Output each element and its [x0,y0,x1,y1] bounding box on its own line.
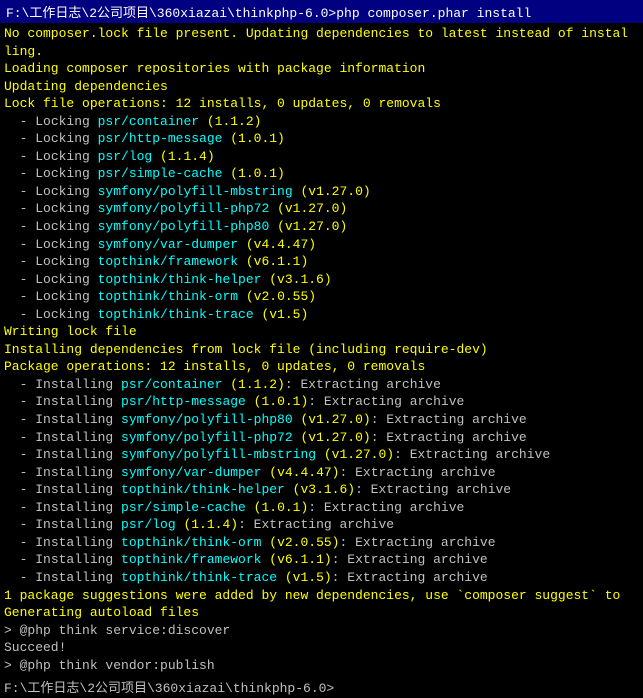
terminal-line: - Installing topthink/think-orm (v2.0.55… [4,534,639,552]
terminal-line: > @php think vendor:publish [4,657,639,675]
terminal-line: - Locking psr/simple-cache (1.0.1) [4,165,639,183]
terminal-line: ling. [4,43,639,61]
terminal-line: - Installing psr/container (1.1.2): Extr… [4,376,639,394]
terminal-body[interactable]: No composer.lock file present. Updating … [0,23,643,675]
terminal-line: - Installing psr/simple-cache (1.0.1): E… [4,499,639,517]
terminal-line: - Locking topthink/think-helper (v3.1.6) [4,271,639,289]
bottom-prompt[interactable]: F:\工作日志\2公司项目\360xiazai\thinkphp-6.0> [0,675,643,698]
terminal-line: Lock file operations: 12 installs, 0 upd… [4,95,639,113]
terminal-line: - Locking symfony/polyfill-php80 (v1.27.… [4,218,639,236]
terminal-line: - Locking psr/container (1.1.2) [4,113,639,131]
title-bar: F:\工作日志\2公司项目\360xiazai\thinkphp-6.0>php… [0,0,643,23]
terminal-line: No composer.lock file present. Updating … [4,25,639,43]
terminal-line: Loading composer repositories with packa… [4,60,639,78]
terminal-line: Updating dependencies [4,78,639,96]
terminal-line: Generating autoload files [4,604,639,622]
terminal-line: - Installing psr/http-message (1.0.1): E… [4,393,639,411]
terminal-line: Installing dependencies from lock file (… [4,341,639,359]
terminal-line: - Installing topthink/think-trace (v1.5)… [4,569,639,587]
terminal-line: 1 package suggestions were added by new … [4,587,639,605]
terminal-line: Writing lock file [4,323,639,341]
terminal-line: - Installing symfony/polyfill-php80 (v1.… [4,411,639,429]
terminal-line: - Installing topthink/framework (v6.1.1)… [4,551,639,569]
terminal-line: - Locking topthink/think-orm (v2.0.55) [4,288,639,306]
terminal-line: - Locking symfony/polyfill-php72 (v1.27.… [4,200,639,218]
terminal-line: - Installing psr/log (1.1.4): Extracting… [4,516,639,534]
terminal-line: > @php think service:discover [4,622,639,640]
terminal-line: Succeed! [4,639,639,657]
terminal-line: - Locking topthink/think-trace (v1.5) [4,306,639,324]
terminal-line: - Installing symfony/var-dumper (v4.4.47… [4,464,639,482]
terminal-line: - Locking psr/log (1.1.4) [4,148,639,166]
terminal-line: - Locking psr/http-message (1.0.1) [4,130,639,148]
terminal-window: F:\工作日志\2公司项目\360xiazai\thinkphp-6.0>php… [0,0,643,698]
terminal-line: - Locking symfony/polyfill-mbstring (v1.… [4,183,639,201]
terminal-line: - Installing topthink/think-helper (v3.1… [4,481,639,499]
terminal-line: - Locking topthink/framework (v6.1.1) [4,253,639,271]
terminal-line: - Installing symfony/polyfill-php72 (v1.… [4,429,639,447]
terminal-line: - Locking symfony/var-dumper (v4.4.47) [4,236,639,254]
terminal-line: Package operations: 12 installs, 0 updat… [4,358,639,376]
terminal-line: - Installing symfony/polyfill-mbstring (… [4,446,639,464]
